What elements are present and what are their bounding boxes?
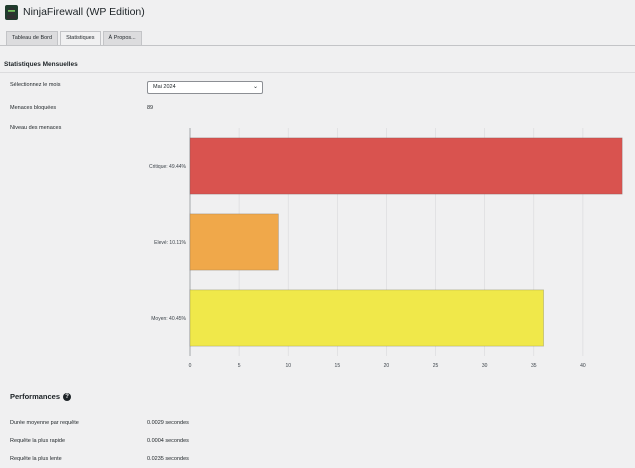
perf-slowest-value: 0.0235 secondes — [147, 456, 189, 462]
threat-level-chart: 0 5 10 15 20 25 30 35 40 Critique: 49.44% Elevé: 1… — [149, 128, 623, 369]
x-tick-label: 30 — [482, 363, 488, 369]
perf-avg-value: 0.0029 secondes — [147, 420, 189, 426]
x-tick-label: 0 — [189, 363, 192, 369]
perf-slowest-label: Requête la plus lente — [10, 456, 62, 462]
category-label: Critique: 49.44% — [149, 164, 187, 170]
performance-title-text: Performances — [10, 392, 61, 401]
x-tick-label: 35 — [531, 363, 537, 369]
perf-avg-label: Durée moyenne par requête — [10, 420, 79, 426]
x-tick-label: 20 — [384, 363, 390, 369]
performance-title: Performances ? — [10, 392, 72, 401]
category-label: Elevé: 10.11% — [154, 240, 186, 246]
bar-2 — [189, 289, 544, 347]
bar-0 — [189, 137, 623, 195]
perf-fastest-value: 0.0004 secondes — [147, 438, 189, 444]
category-label: Moyen: 40.45% — [151, 316, 186, 322]
x-tick-label: 15 — [335, 363, 341, 369]
x-tick-label: 25 — [433, 363, 439, 369]
bar-1 — [189, 213, 279, 271]
x-tick-label: 5 — [238, 363, 241, 369]
perf-fastest-label: Requête la plus rapide — [10, 438, 66, 444]
help-icon[interactable]: ? — [63, 392, 72, 401]
x-tick-label: 10 — [285, 363, 291, 369]
x-tick-label: 40 — [580, 363, 586, 369]
